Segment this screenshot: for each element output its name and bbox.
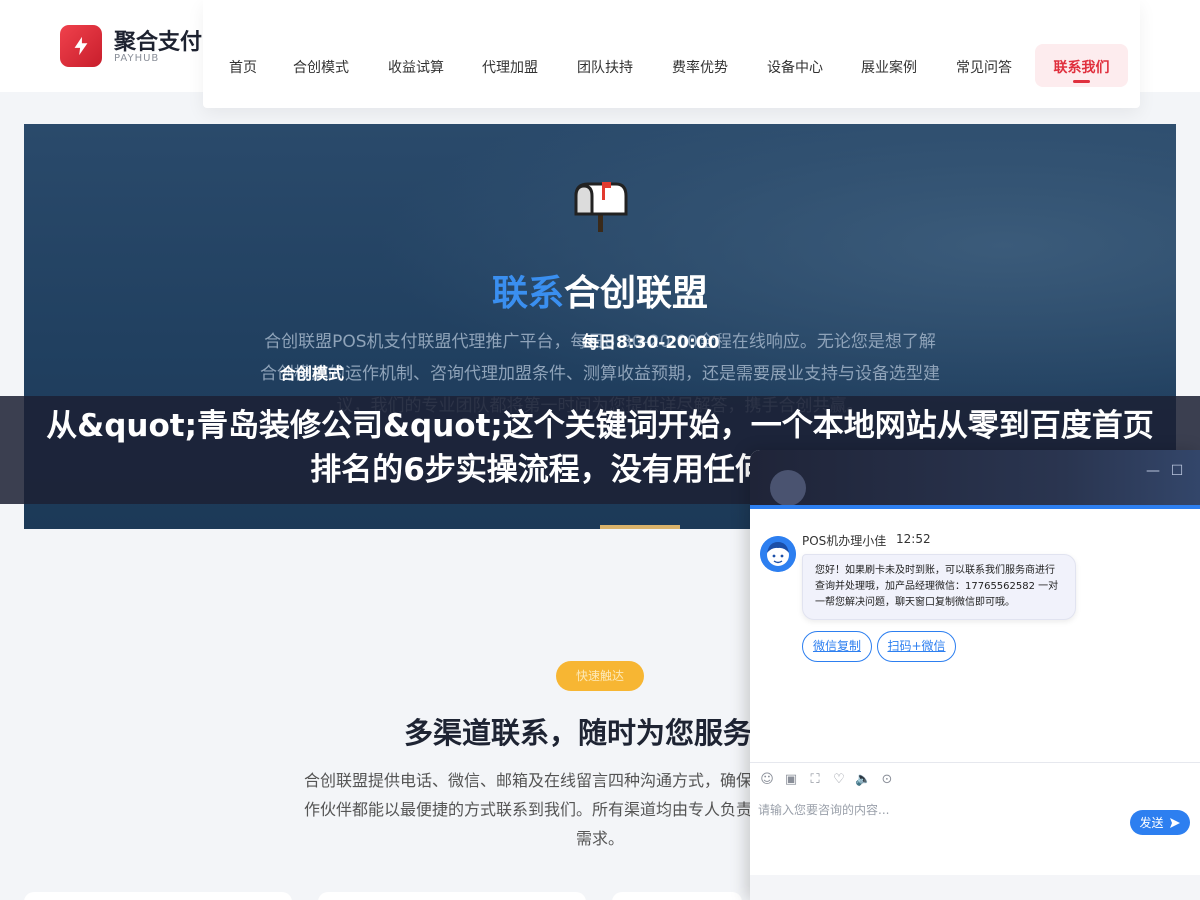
minimize-icon[interactable]: — xyxy=(1146,464,1160,478)
send-icon xyxy=(1169,817,1180,828)
rating-icon[interactable]: ♡ xyxy=(831,772,847,788)
history-icon[interactable]: ⊙ xyxy=(879,772,895,788)
sound-icon[interactable]: 🔈 xyxy=(855,772,871,788)
section-badge: 快速触达 xyxy=(556,661,644,691)
nav-item-team[interactable]: 团队扶持 xyxy=(577,57,633,77)
copy-wechat-button[interactable]: 微信复制 xyxy=(802,631,872,662)
chat-widget: — ☐ POS机办理小佳 12:52 您好！如果刷卡未及时到账，可以联系我们服务… xyxy=(750,450,1200,900)
contact-card[interactable] xyxy=(24,892,292,900)
section-title: 多渠道联系，随时为您服务 xyxy=(404,716,753,750)
image-icon[interactable]: ▣ xyxy=(783,772,799,788)
contact-card[interactable] xyxy=(318,892,586,900)
agent-message: 您好！如果刷卡未及时到账，可以联系我们服务商进行查询并处理哦，加产品经理微信：1… xyxy=(802,554,1076,620)
chat-header: — ☐ xyxy=(750,450,1200,506)
agent-avatar xyxy=(760,536,796,572)
hero-title: 联系合创联盟 xyxy=(24,264,1176,316)
hero-accent-bar xyxy=(600,525,680,529)
agent-name: POS机办理小佳 xyxy=(802,534,887,548)
mailbox-icon xyxy=(574,182,628,232)
message-time: 12:52 xyxy=(896,532,931,546)
nav-item-franchise[interactable]: 代理加盟 xyxy=(482,57,538,77)
hero-title-highlight: 联系 xyxy=(491,273,564,314)
contact-card[interactable] xyxy=(612,892,742,900)
lightning-icon xyxy=(74,36,88,56)
chat-header-avatar xyxy=(770,470,806,506)
nav-item-rates[interactable]: 费率优势 xyxy=(672,57,728,77)
nav-item-contact[interactable]: 联系我们 xyxy=(1035,44,1128,87)
scan-wechat-button[interactable]: 扫码+微信 xyxy=(877,631,956,662)
nav-active-indicator xyxy=(1073,80,1090,83)
send-button[interactable]: 发送 xyxy=(1130,810,1190,835)
maximize-icon[interactable]: ☐ xyxy=(1170,464,1184,478)
main-nav: 首页 合创模式 收益试算 代理加盟 团队扶持 费率优势 设备中心 展业案例 常见… xyxy=(203,0,1140,108)
nav-item-calculator[interactable]: 收益试算 xyxy=(388,57,444,77)
screenshot-icon[interactable]: ⛶ xyxy=(807,772,823,788)
hero-title-main: 合创联盟 xyxy=(564,273,709,314)
nav-contact-label: 联系我们 xyxy=(1053,60,1110,76)
chat-divider xyxy=(750,762,1200,763)
agent-face-icon xyxy=(760,536,796,572)
send-button-label: 发送 xyxy=(1139,816,1164,830)
chat-message-input[interactable] xyxy=(758,798,1118,822)
emoji-icon[interactable]: ☺ xyxy=(759,772,775,788)
nav-item-cases[interactable]: 展业案例 xyxy=(861,57,917,77)
chat-header-stripe xyxy=(750,505,1200,509)
nav-item-home[interactable]: 首页 xyxy=(229,57,257,77)
brand-name[interactable]: 聚合支付 xyxy=(114,24,204,56)
nav-item-faq[interactable]: 常见问答 xyxy=(956,57,1012,77)
brand-logo-icon[interactable] xyxy=(60,25,102,67)
nav-item-devices[interactable]: 设备中心 xyxy=(767,57,823,77)
hero-hours-highlight: 每日8:30-20:00 xyxy=(582,333,720,353)
brand-subname: PAYHUB xyxy=(114,53,160,64)
chat-footer xyxy=(750,875,1200,900)
hero-model-highlight: 合创模式 xyxy=(280,364,345,383)
nav-item-model[interactable]: 合创模式 xyxy=(293,57,349,77)
